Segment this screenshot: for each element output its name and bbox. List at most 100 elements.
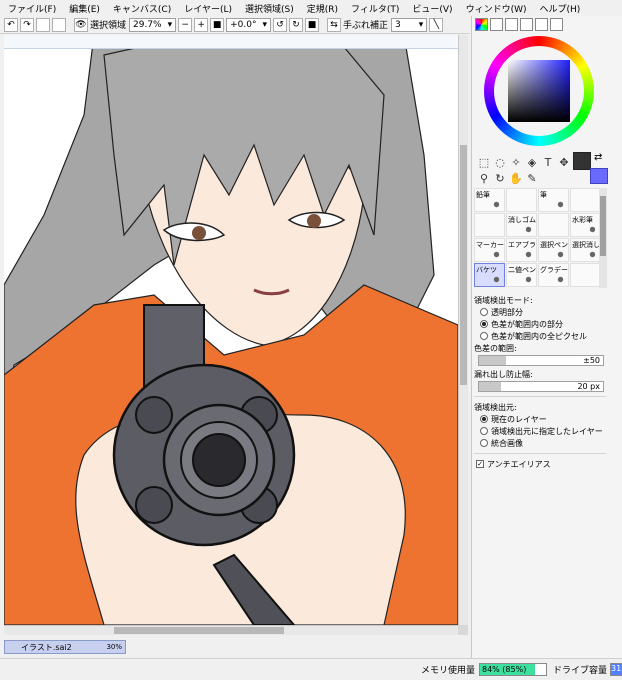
brush-slot[interactable]: 水彩筆 [570,213,601,237]
flip-button[interactable]: ⇆ [327,17,342,32]
color-tab-2[interactable] [490,18,503,31]
line-tool-button[interactable]: ╲ [429,17,444,32]
brush-grid: 鉛筆 筆消しゴム 水彩筆マーカーエアブラシ選択ペン選択消しバケツ 二値ペングラデーショ… [474,188,612,290]
source-option-merged[interactable]: 統合画像 [474,437,606,449]
rotate-reset-button[interactable]: ■ [305,17,320,32]
foreground-color-swatch[interactable] [573,152,591,170]
vertical-scroll-thumb[interactable] [460,145,467,385]
brush-slot[interactable]: エアブラシ [506,238,537,262]
radio-current-layer[interactable] [480,415,488,423]
color-tab-3[interactable] [505,18,518,31]
menu-edit[interactable]: 編集(E) [69,2,100,15]
brush-label: 二値ペン [508,266,536,274]
menu-file[interactable]: ファイル(F) [8,2,56,15]
mode-option-transparent[interactable]: 透明部分 [474,306,606,318]
mode-option-color-range[interactable]: 色差が範囲内の部分 [474,318,606,330]
lasso-icon[interactable]: ◌ [493,155,507,169]
color-wheel[interactable] [484,36,594,146]
menu-canvas[interactable]: キャンバス(C) [113,2,171,15]
radio-all-pixels[interactable] [480,332,488,340]
drive-capacity-bar: 31 [610,663,622,676]
brush-slot[interactable]: グラデーション [538,263,569,287]
color-range-slider[interactable]: ±50 [478,355,604,366]
zoom-icon[interactable]: ⚲ [477,171,491,185]
fill-select-icon[interactable]: ◈ [525,155,539,169]
square-icon: ■ [212,19,222,30]
brush-label: エアブラシ [508,241,536,249]
document-zoom: 30% [106,643,122,651]
eyedropper-icon[interactable]: ✎ [525,171,539,185]
rotate-icon[interactable]: ↻ [493,171,507,185]
show-selection-button[interactable]: 👁 [74,17,88,32]
rotate-select[interactable]: +0.0° ▾ [226,17,272,32]
menu-ruler[interactable]: 定規(R) [307,2,338,15]
vertical-scrollbar[interactable] [458,35,468,625]
leak-slider[interactable]: 20 px [478,381,604,392]
background-color-swatch[interactable] [590,168,608,184]
text-icon[interactable]: T [541,155,555,169]
zoom-out-button[interactable]: − [178,17,193,32]
rect-select-icon[interactable]: ⬚ [477,155,491,169]
brush-scroll-thumb[interactable] [600,196,606,256]
stabilizer-select[interactable]: 3 ▾ [391,17,428,32]
color-tab-6[interactable] [550,18,563,31]
brush-slot[interactable]: バケツ [474,263,505,287]
brush-slot[interactable]: 選択ペン [538,238,569,262]
brush-label: 水彩筆 [572,216,593,224]
radio-color-range[interactable] [480,320,488,328]
undo-button[interactable]: ↶ [4,17,18,32]
deselect-button[interactable] [36,17,50,32]
brush-label: グラデーション [540,266,568,274]
brush-slot[interactable]: 消しゴム [506,213,537,237]
brush-slot[interactable]: マーカー [474,238,505,262]
horizontal-scroll-thumb[interactable] [114,627,284,634]
magic-wand-icon[interactable]: ✧ [509,155,523,169]
color-tab-4[interactable] [520,18,533,31]
move-icon[interactable]: ✥ [557,155,571,169]
menu-view[interactable]: ビュー(V) [412,2,452,15]
menu-help[interactable]: ヘルプ(H) [540,2,581,15]
radio-merged-image[interactable] [480,439,488,447]
color-wheel-tab[interactable] [475,18,488,31]
zoom-in-button[interactable]: + [194,17,209,32]
antialias-checkbox[interactable]: ✓ [476,460,484,468]
antialias-option[interactable]: ✓ アンチエイリアス [474,458,606,470]
radio-designated-layer[interactable] [480,427,488,435]
brush-slot[interactable]: 鉛筆 [474,188,505,212]
mode-option-all-pixels[interactable]: 色差が範囲内の全ピクセル [474,330,606,342]
hand-icon[interactable]: ✋ [509,171,523,185]
saturation-value-square[interactable] [508,60,570,122]
source-option-designated[interactable]: 領域検出元に指定したレイヤー [474,425,606,437]
zoom-select[interactable]: 29.7% ▾ [129,17,177,32]
brush-slot[interactable] [538,213,569,237]
leak-label: 漏れ出し防止幅: [474,369,533,379]
tool-icons: ⬚ ◌ ✧ ◈ T ✥ ⚲ ↻ ✋ ✎ [476,154,586,186]
eye-icon: 👁 [75,19,87,30]
brush-slot[interactable] [570,263,601,287]
brush-slot[interactable]: 選択消し [570,238,601,262]
rotate-right-button[interactable]: ↻ [289,17,304,32]
invert-selection-button[interactable] [52,17,66,32]
brush-scrollbar[interactable] [599,188,607,288]
brush-slot[interactable]: 筆 [538,188,569,212]
radio-transparent[interactable] [480,308,488,316]
brush-slot[interactable] [474,213,505,237]
zoom-reset-button[interactable]: ■ [210,17,225,32]
menu-layer[interactable]: レイヤー(L) [184,2,232,15]
document-name: イラスト.sai2 [21,642,72,652]
redo-button[interactable]: ↷ [20,17,34,32]
source-option-current[interactable]: 現在のレイヤー [474,413,606,425]
horizontal-scrollbar[interactable] [4,625,458,635]
swap-colors-icon[interactable]: ⇄ [594,152,602,163]
menu-filter[interactable]: フィルタ(T) [351,2,399,15]
brush-slot[interactable] [570,188,601,212]
menu-selection[interactable]: 選択領域(S) [245,2,294,15]
brush-slot[interactable]: 二値ペン [506,263,537,287]
menu-window[interactable]: ウィンドウ(W) [466,2,527,15]
document-tab[interactable]: イラスト.sai2 30% [4,640,126,654]
memory-label: メモリ使用量 [420,666,475,676]
color-tab-5[interactable] [535,18,548,31]
brush-slot[interactable] [506,188,537,212]
rotate-left-button[interactable]: ↺ [273,17,288,32]
canvas-area[interactable] [4,35,468,635]
